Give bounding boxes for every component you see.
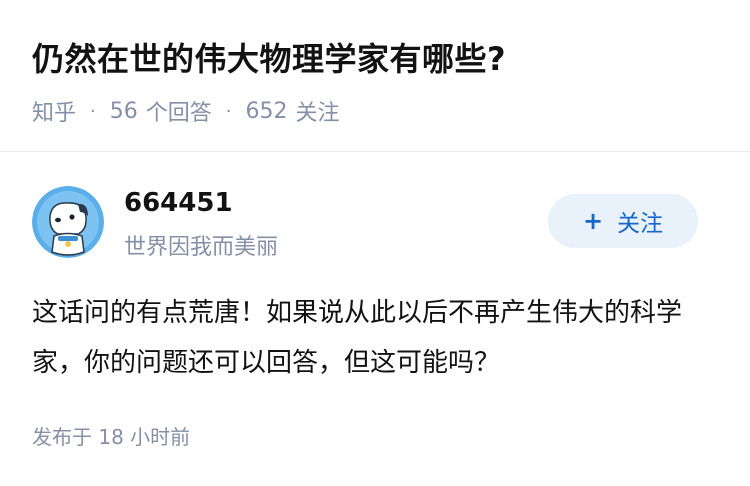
source-label[interactable]: 知乎 [32,95,76,127]
answer-content[interactable]: 这话问的有点荒唐！如果说从此以后不再产生伟大的科学家，你的问题还可以回答，但这可… [32,288,722,388]
question-header: 仍然在世的伟大物理学家有哪些? 知乎 · 56 个回答 · 652 关注 [0,0,750,152]
answer-count: 56 [109,98,138,124]
meta-separator: · [90,100,96,122]
question-meta: 知乎 · 56 个回答 · 652 关注 [32,95,340,127]
follow-count-label: 关注 [295,101,340,126]
meta-separator: · [225,100,232,122]
plus-icon: + [582,207,604,235]
follow-button-label: 关注 [617,211,664,237]
divider [0,151,750,152]
post-time: 发布于 18 小时前 [32,425,191,449]
answer-count-label: 个回答 [145,101,212,126]
question-title[interactable]: 仍然在世的伟大物理学家有哪些? [32,34,506,80]
author-bio: 世界因我而美丽 [124,235,279,260]
follow-button[interactable]: + 关注 [548,194,698,248]
avatar[interactable] [32,186,104,258]
cartoon-dog-avatar-icon [32,186,104,258]
author-name[interactable]: 664451 [124,188,233,218]
follow-count: 652 [245,98,288,124]
